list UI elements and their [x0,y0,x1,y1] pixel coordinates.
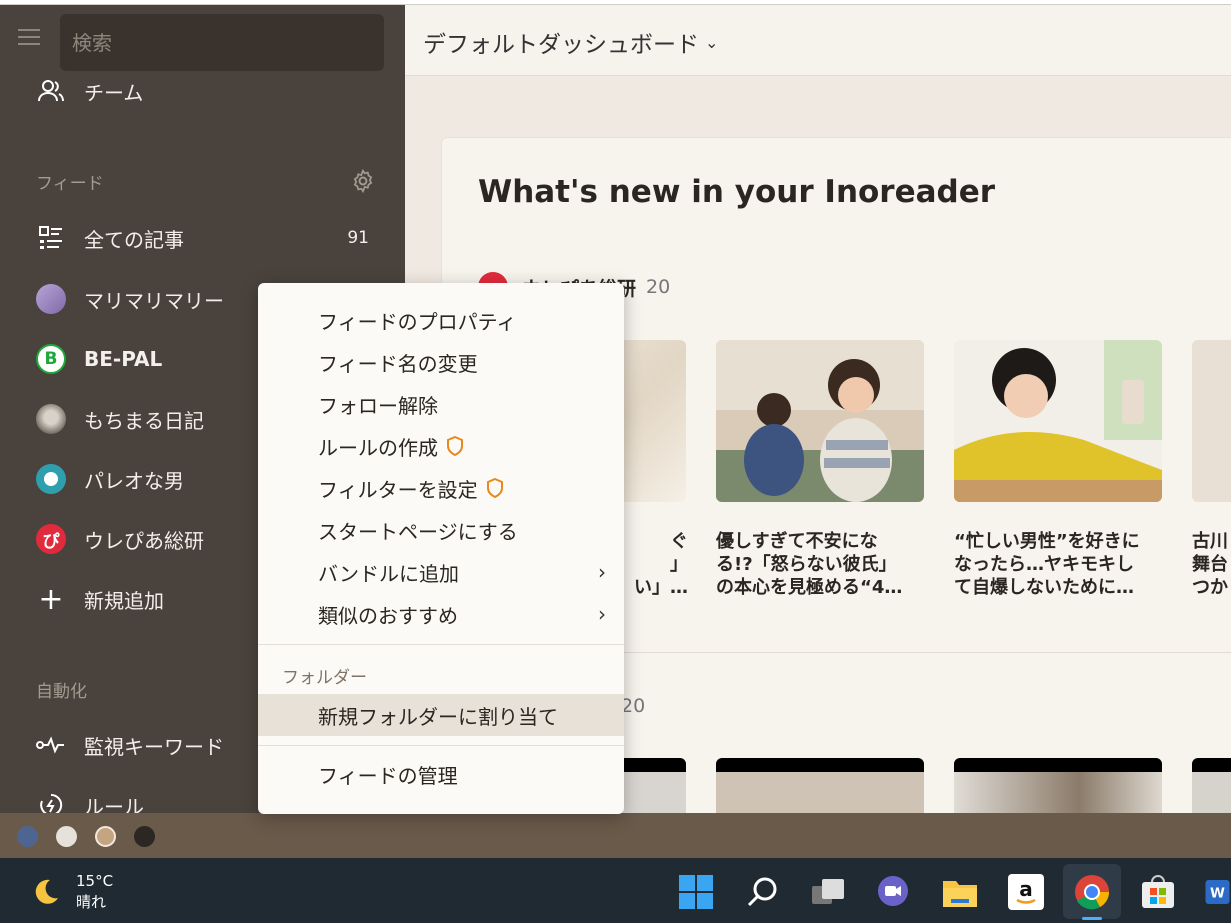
sidebar-item-label: ウレぴあ総研 [84,528,204,553]
task-view-icon[interactable] [808,872,848,912]
active-indicator [1082,917,1102,920]
feed-count: 20 [646,276,671,298]
windows-taskbar: 15°C 晴れ a W [0,858,1231,923]
sidebar-item-label: 全ての記事 [84,227,184,252]
menu-item-unfollow[interactable]: フォロー解除 [258,383,624,425]
card-title: What's new in your Inoreader [478,174,996,210]
amazon-icon[interactable]: a [1006,872,1046,912]
menu-item-similar-recommendations[interactable]: 類似のおすすめ › [258,593,624,635]
rules-icon [36,790,66,813]
plus-icon: + [38,581,64,617]
pulse-icon [36,730,66,760]
menu-item-add-to-bundle[interactable]: バンドルに追加 › [258,551,624,593]
cat-avatar-icon [36,404,66,434]
search-icon[interactable] [743,872,783,912]
menu-item-rename-feed[interactable]: フィード名の変更 [258,341,624,383]
theme-light-swatch[interactable] [56,826,77,847]
teams-chat-icon[interactable] [873,872,913,912]
search-box[interactable] [60,14,384,71]
dashboard-selector[interactable]: デフォルトダッシュボード ⌄ [423,25,718,59]
svg-text:W: W [1210,885,1225,901]
article-thumbnail[interactable] [1192,340,1231,502]
sidebar-item-label: マリマリマリー [84,288,224,313]
sidebar-item-label: ルール [84,794,144,814]
article-title[interactable]: 古川 舞台 つか [1192,530,1231,599]
team-icon [36,76,66,106]
menu-item-feed-properties[interactable]: フィードのプロパティ [258,299,624,341]
theme-sand-swatch[interactable] [95,826,116,847]
word-app-icon[interactable]: W [1204,872,1231,912]
feeds-section-label: フィード [36,174,104,194]
chevron-right-icon: › [598,602,606,626]
dashboard-title: デフォルトダッシュボード [423,32,699,58]
article-title[interactable]: “忙しい男性”を好きに なったら…ヤキモキし て自爆しないために… [954,530,1164,599]
menu-item-manage-feeds[interactable]: フィードの管理 [258,753,624,795]
theme-selector-bar [0,813,1231,858]
chevron-down-icon: ⌄ [705,32,719,52]
paleo-logo-icon [36,464,66,494]
sidebar-item-team[interactable]: チーム [0,69,405,113]
weather-widget[interactable]: 15°C 晴れ [30,871,113,913]
article-title[interactable]: 優しすぎて不安にな る!?「怒らない彼氏」 の本心を見極める“4… [716,530,926,599]
hamburger-menu-icon[interactable] [18,29,40,47]
sidebar-item-label: 監視キーワード [84,734,224,759]
file-explorer-icon[interactable] [940,872,980,912]
article-thumbnail[interactable] [954,340,1162,502]
chrome-icon[interactable] [1072,872,1112,912]
theme-blue-swatch[interactable] [17,826,38,847]
feed-avatar-icon [36,284,66,314]
theme-dark-swatch[interactable] [134,826,155,847]
folder-section-label: フォルダー [282,668,367,688]
feed-count: 20 [621,694,646,717]
menu-divider [258,644,624,645]
windows-start-icon[interactable] [676,872,716,912]
menu-item-set-filter[interactable]: フィルターを設定 [258,467,624,509]
sidebar-item-label: 新規追加 [84,588,164,613]
menu-item-create-rule[interactable]: ルールの作成 [258,425,624,467]
svg-text:a: a [1019,877,1033,901]
microsoft-store-icon[interactable] [1138,872,1178,912]
moon-icon [35,879,58,904]
sidebar-item-label: もちまる日記 [84,408,204,433]
chevron-right-icon: › [598,560,606,584]
list-icon [36,223,66,253]
gear-icon[interactable] [350,168,376,194]
menu-item-assign-new-folder[interactable]: 新規フォルダーに割り当て [258,694,624,736]
main-header: デフォルトダッシュボード ⌄ [405,5,1231,76]
weather-condition: 晴れ [76,893,107,911]
unread-count-badge: 91 [347,228,369,248]
automation-section-label: 自動化 [36,682,87,702]
search-input[interactable] [72,30,372,55]
sidebar-item-label: BE-PAL [84,347,163,371]
feed-context-menu: フィードのプロパティ フィード名の変更 フォロー解除 ルールの作成 フィルターを… [258,283,624,814]
menu-item-set-start-page[interactable]: スタートページにする [258,509,624,551]
weather-temperature: 15°C [76,872,114,890]
urepia-logo-icon: ぴ [36,524,66,554]
sidebar-item-all-articles[interactable]: 全ての記事 91 [0,216,405,260]
article-thumbnail[interactable] [716,340,924,502]
pro-shield-icon [486,478,503,498]
menu-divider [258,745,624,746]
pro-shield-icon [447,436,463,456]
be-pal-logo-icon: B [36,344,66,374]
sidebar-item-label: チーム [84,80,144,105]
sidebar-item-label: パレオな男 [84,468,184,493]
